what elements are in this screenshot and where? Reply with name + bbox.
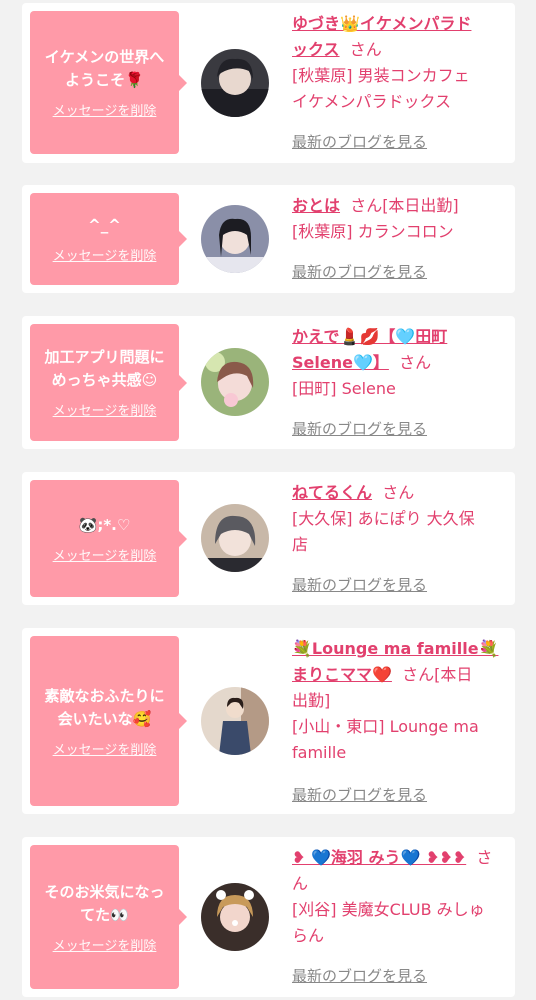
host-name-link[interactable]: 💐Lounge ma famille💐 — [292, 639, 498, 658]
message-text: そのお米気になっ てた👀 — [44, 881, 164, 927]
host-info: ねてるくん さん [大久保] あにぽり 大久保 店 — [292, 480, 506, 558]
latest-blog-link[interactable]: 最新のブログを見る — [292, 418, 427, 439]
message-bubble: ^_^ メッセージを削除 — [30, 193, 187, 285]
shop-line: famille — [292, 743, 347, 762]
message-line: ^_^ — [88, 216, 121, 234]
message-bubble: イケメンの世界へ ようこそ🌹 メッセージを削除 — [30, 11, 187, 154]
latest-blog-link[interactable]: 最新のブログを見る — [292, 131, 427, 152]
message-list: イケメンの世界へ ようこそ🌹 メッセージを削除 ゆづき👑イケメンパラド ックス … — [0, 0, 536, 1000]
message-bubble: 加工アプリ問題に めっちゃ共感☺ メッセージを削除 — [30, 324, 187, 441]
host-name-link[interactable]: まりこママ❤️ — [292, 665, 392, 684]
avatar[interactable] — [201, 687, 269, 755]
host-name-link[interactable]: かえで💄💋【🩵田町 — [292, 327, 447, 346]
delete-message-link[interactable]: メッセージを削除 — [53, 400, 157, 419]
message-text: 素敵なおふたりに 会いたいな🥰 — [44, 685, 164, 731]
shop-line: [大久保] あにぽり 大久保 — [292, 509, 475, 528]
delete-message-link[interactable]: メッセージを削除 — [53, 245, 157, 264]
avatar-image — [201, 49, 269, 117]
honorific-continued: ん — [292, 874, 309, 893]
host-info: 💐Lounge ma famille💐 まりこママ❤️ さん[本日 出勤] [小… — [292, 636, 506, 766]
host-name-link[interactable]: おとは — [292, 196, 340, 215]
message-card: ^_^ メッセージを削除 おとは さん[本日出勤] [秋葉原] カランコロン 最… — [22, 185, 515, 293]
message-card: そのお米気になっ てた👀 メッセージを削除 ❥ 💙海羽 みう💙 ❥❥❥ さ ん … — [22, 837, 515, 997]
message-bubble: そのお米気になっ てた👀 メッセージを削除 — [30, 845, 187, 989]
avatar-image — [201, 883, 269, 951]
host-name-link[interactable]: Selene🩵】 — [292, 353, 389, 372]
message-text: イケメンの世界へ ようこそ🌹 — [45, 46, 165, 92]
message-line: 加工アプリ問題に — [44, 348, 165, 366]
shop-line: [小山・東口] Lounge ma — [292, 717, 479, 736]
message-text: 加工アプリ問題に めっちゃ共感☺ — [44, 346, 164, 392]
shop-line: [刈谷] 美魔女CLUB みしゅ — [292, 900, 485, 919]
avatar[interactable] — [201, 883, 269, 951]
message-text: 🐼;*.♡ — [79, 514, 131, 537]
delete-message-link[interactable]: メッセージを削除 — [53, 935, 157, 954]
host-name-link[interactable]: ねてるくん — [292, 483, 372, 502]
shop-line: イケメンパラドックス — [292, 92, 452, 111]
host-info: かえで💄💋【🩵田町 Selene🩵】 さん [田町] Selene — [292, 324, 506, 402]
latest-blog-link[interactable]: 最新のブログを見る — [292, 261, 427, 282]
host-name-link[interactable]: ックス — [292, 40, 340, 59]
shop-line: 店 — [292, 535, 309, 554]
message-line: めっちゃ共感☺ — [51, 371, 158, 389]
shop-line: [田町] Selene — [292, 379, 396, 398]
shop-line: [秋葉原] カランコロン — [292, 222, 454, 241]
message-line: 素敵なおふたりに — [44, 686, 165, 705]
message-line: ようこそ🌹 — [65, 71, 144, 89]
message-line: 会いたいな🥰 — [57, 709, 152, 728]
honorific: さん — [382, 483, 415, 502]
message-bubble: 素敵なおふたりに 会いたいな🥰 メッセージを削除 — [30, 636, 187, 806]
host-name-link[interactable]: ❥ 💙海羽 みう💙 ❥❥❥ — [292, 848, 466, 867]
host-info: ❥ 💙海羽 みう💙 ❥❥❥ さ ん [刈谷] 美魔女CLUB みしゅ らん — [292, 845, 506, 949]
delete-message-link[interactable]: メッセージを削除 — [53, 739, 157, 758]
message-card: イケメンの世界へ ようこそ🌹 メッセージを削除 ゆづき👑イケメンパラド ックス … — [22, 3, 515, 163]
shop-line: [秋葉原] 男装コンカフェ — [292, 66, 470, 85]
honorific: さん — [399, 353, 432, 372]
avatar[interactable] — [201, 504, 269, 572]
latest-blog-link[interactable]: 最新のブログを見る — [292, 965, 427, 986]
message-card: 加工アプリ問題に めっちゃ共感☺ メッセージを削除 かえで💄💋【🩵田町 Sele… — [22, 316, 515, 449]
avatar[interactable] — [201, 49, 269, 117]
message-card: 🐼;*.♡ メッセージを削除 ねてるくん さん [大久保] あにぽり 大久保 店… — [22, 472, 515, 605]
latest-blog-link[interactable]: 最新のブログを見る — [292, 574, 427, 595]
avatar-image — [201, 205, 269, 273]
honorific: さん[本日出勤] — [350, 196, 459, 215]
honorific-continued: 出勤] — [292, 691, 331, 710]
message-line: そのお米気になっ — [44, 882, 165, 901]
message-line: てた👀 — [80, 905, 129, 924]
host-info: おとは さん[本日出勤] [秋葉原] カランコロン — [292, 193, 506, 245]
shop-line: らん — [292, 926, 325, 945]
avatar-image — [201, 348, 269, 416]
honorific: さん — [349, 40, 382, 59]
avatar[interactable] — [201, 205, 269, 273]
avatar-image — [201, 687, 269, 755]
delete-message-link[interactable]: メッセージを削除 — [53, 545, 157, 564]
delete-message-link[interactable]: メッセージを削除 — [53, 100, 157, 119]
message-line: 🐼;*.♡ — [78, 515, 131, 534]
avatar-image — [201, 504, 269, 572]
avatar[interactable] — [201, 348, 269, 416]
honorific: さん[本日 — [402, 665, 473, 684]
message-line: イケメンの世界へ — [44, 48, 165, 66]
latest-blog-link[interactable]: 最新のブログを見る — [292, 784, 427, 805]
message-text: ^_^ — [88, 214, 121, 237]
host-info: ゆづき👑イケメンパラド ックス さん [秋葉原] 男装コンカフェ イケメンパラド… — [292, 11, 506, 115]
message-bubble: 🐼;*.♡ メッセージを削除 — [30, 480, 187, 597]
host-name-link[interactable]: ゆづき👑イケメンパラド — [292, 14, 471, 33]
honorific: さ — [476, 848, 493, 867]
message-card: 素敵なおふたりに 会いたいな🥰 メッセージを削除 💐Lounge ma fami… — [22, 628, 515, 814]
